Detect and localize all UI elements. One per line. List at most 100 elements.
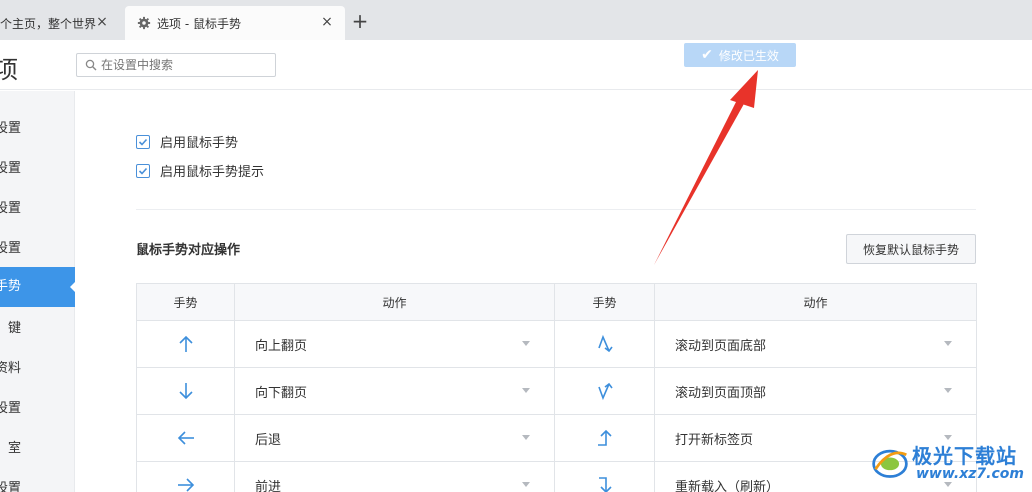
sidebar-item-label: 设置 <box>0 401 21 416</box>
sidebar-item-label: 手势 <box>0 279 21 294</box>
sidebar-item-security[interactable]: 安全设置 <box>0 469 75 492</box>
chevron-down-icon <box>522 388 530 393</box>
tab-title: 选项 - 鼠标手势 <box>157 16 241 31</box>
tab-options[interactable]: 选项 - 鼠标手势 × <box>125 6 345 40</box>
sidebar-item-label: 安全设置 <box>0 481 21 492</box>
check-icon: ✔ <box>701 47 713 63</box>
enable-gesture-checkbox[interactable] <box>136 134 150 149</box>
watermark: 极光下载站 www.xz7.com <box>868 436 1028 492</box>
chevron-down-icon <box>522 435 530 440</box>
saved-toast: ✔ 修改已生效 <box>684 43 796 67</box>
chevron-down-icon <box>944 388 952 393</box>
action-select[interactable]: 滚动到页面顶部 <box>654 367 977 415</box>
close-icon[interactable]: × <box>94 14 110 30</box>
search-icon <box>85 59 97 71</box>
table-row: 向上翻页 滚动到页面底部 <box>136 320 977 368</box>
chevron-down-icon <box>944 341 952 346</box>
column-header-action: 动作 <box>234 283 555 321</box>
gesture-down-up-icon <box>597 382 613 401</box>
gesture-cell <box>136 320 235 368</box>
gesture-cell <box>554 414 655 462</box>
settings-sidebar: 设置 设置 设置 设置 手势 键 资料 设置 室 安全设置 <box>0 91 76 492</box>
action-value: 前进 <box>255 479 282 492</box>
gesture-cell <box>136 461 235 492</box>
action-select[interactable]: 后退 <box>234 414 555 462</box>
sidebar-item-label: 设置 <box>0 121 21 136</box>
gesture-cell <box>136 414 235 462</box>
action-select[interactable]: 向下翻页 <box>234 367 555 415</box>
section-title: 鼠标手势对应操作 <box>136 243 241 258</box>
arrow-down-icon <box>178 383 193 400</box>
sidebar-item-label: 设置 <box>0 161 21 176</box>
action-select[interactable]: 前进 <box>234 461 555 492</box>
watermark-url: www.xz7.com <box>916 466 1024 482</box>
sidebar-item-mouse-gesture[interactable]: 手势 <box>0 267 76 307</box>
action-value: 重新载入（刷新） <box>675 479 780 492</box>
action-value: 向下翻页 <box>255 385 308 401</box>
enable-gesture-option[interactable]: 启用鼠标手势 <box>136 132 238 151</box>
watermark-logo-icon <box>872 449 908 478</box>
sidebar-item-settings-5[interactable]: 设置 <box>0 389 75 429</box>
action-select[interactable]: 滚动到页面底部 <box>654 320 977 368</box>
gear-icon <box>137 16 151 30</box>
gesture-cell <box>136 367 235 415</box>
restore-default-gestures-button[interactable]: 恢复默认鼠标手势 <box>846 234 976 264</box>
chevron-down-icon <box>522 482 530 487</box>
gesture-cell <box>554 367 655 415</box>
search-input[interactable] <box>101 58 261 72</box>
sidebar-item-label: 设置 <box>0 201 21 216</box>
gesture-up-down-icon <box>597 334 613 353</box>
close-icon[interactable]: × <box>319 14 335 30</box>
sidebar-item-label: 键 <box>7 321 21 336</box>
table-row: 前进 重新载入（刷新） <box>136 461 977 492</box>
column-header-gesture: 手势 <box>136 283 235 321</box>
sidebar-item-settings-3[interactable]: 设置 <box>0 189 75 229</box>
gesture-down-right-icon <box>598 477 612 492</box>
gesture-settings-panel: 启用鼠标手势 启用鼠标手势提示 鼠标手势对应操作 恢复默认鼠标手势 手势 动作 … <box>76 91 1032 492</box>
enable-gesture-label: 启用鼠标手势 <box>160 136 239 151</box>
gesture-cell <box>554 461 655 492</box>
action-value: 后退 <box>255 432 282 448</box>
enable-gesture-hint-option[interactable]: 启用鼠标手势提示 <box>136 161 264 180</box>
action-value: 向上翻页 <box>255 338 308 354</box>
sidebar-item-profile[interactable]: 资料 <box>0 349 75 389</box>
tab-strip: 个主页，整个世界 × 选项 - 鼠标手势 × + <box>0 0 1032 40</box>
sidebar-item-settings-1[interactable]: 设置 <box>0 109 75 149</box>
checkmark-icon <box>138 167 148 175</box>
gesture-cell <box>554 320 655 368</box>
column-header-gesture: 手势 <box>554 283 655 321</box>
action-value: 滚动到页面底部 <box>675 338 767 354</box>
search-box[interactable] <box>76 53 276 77</box>
new-tab-button[interactable]: + <box>350 11 370 32</box>
sidebar-item-label: 设置 <box>0 241 21 256</box>
action-select[interactable]: 向上翻页 <box>234 320 555 368</box>
checkmark-icon <box>138 138 148 146</box>
tab-title: 个主页，整个世界 <box>0 16 97 31</box>
tab-home[interactable]: 个主页，整个世界 × <box>0 6 120 40</box>
sidebar-item-settings-2[interactable]: 设置 <box>0 149 75 189</box>
page-title: 项 <box>0 56 18 84</box>
divider <box>136 209 976 210</box>
sidebar-item-lab[interactable]: 室 <box>0 429 75 469</box>
action-value: 滚动到页面顶部 <box>675 385 767 401</box>
gesture-right-up-icon <box>597 429 612 446</box>
sidebar-item-settings-4[interactable]: 设置 <box>0 229 75 269</box>
table-header-row: 手势 动作 手势 动作 <box>136 283 977 321</box>
gesture-table: 手势 动作 手势 动作 向上翻页 滚动到页面底部 向下翻页 滚动到页面顶部 后退… <box>136 283 977 492</box>
sidebar-item-label: 资料 <box>0 361 21 376</box>
column-header-action: 动作 <box>654 283 977 321</box>
arrow-right-icon <box>177 478 194 492</box>
arrow-up-icon <box>178 335 193 352</box>
settings-header: 项 ✔ 修改已生效 <box>0 40 1032 90</box>
chevron-down-icon <box>522 341 530 346</box>
table-row: 后退 打开新标签页 <box>136 414 977 462</box>
toast-text: 修改已生效 <box>718 48 779 63</box>
sidebar-item-label: 室 <box>7 441 21 456</box>
sidebar-item-shortcut-keys[interactable]: 键 <box>0 309 75 349</box>
watermark-name: 极光下载站 <box>912 444 1017 468</box>
arrow-left-icon <box>177 431 194 445</box>
enable-gesture-hint-checkbox[interactable] <box>136 163 150 178</box>
action-value: 打开新标签页 <box>675 432 754 448</box>
enable-gesture-hint-label: 启用鼠标手势提示 <box>160 165 265 180</box>
table-row: 向下翻页 滚动到页面顶部 <box>136 367 977 415</box>
